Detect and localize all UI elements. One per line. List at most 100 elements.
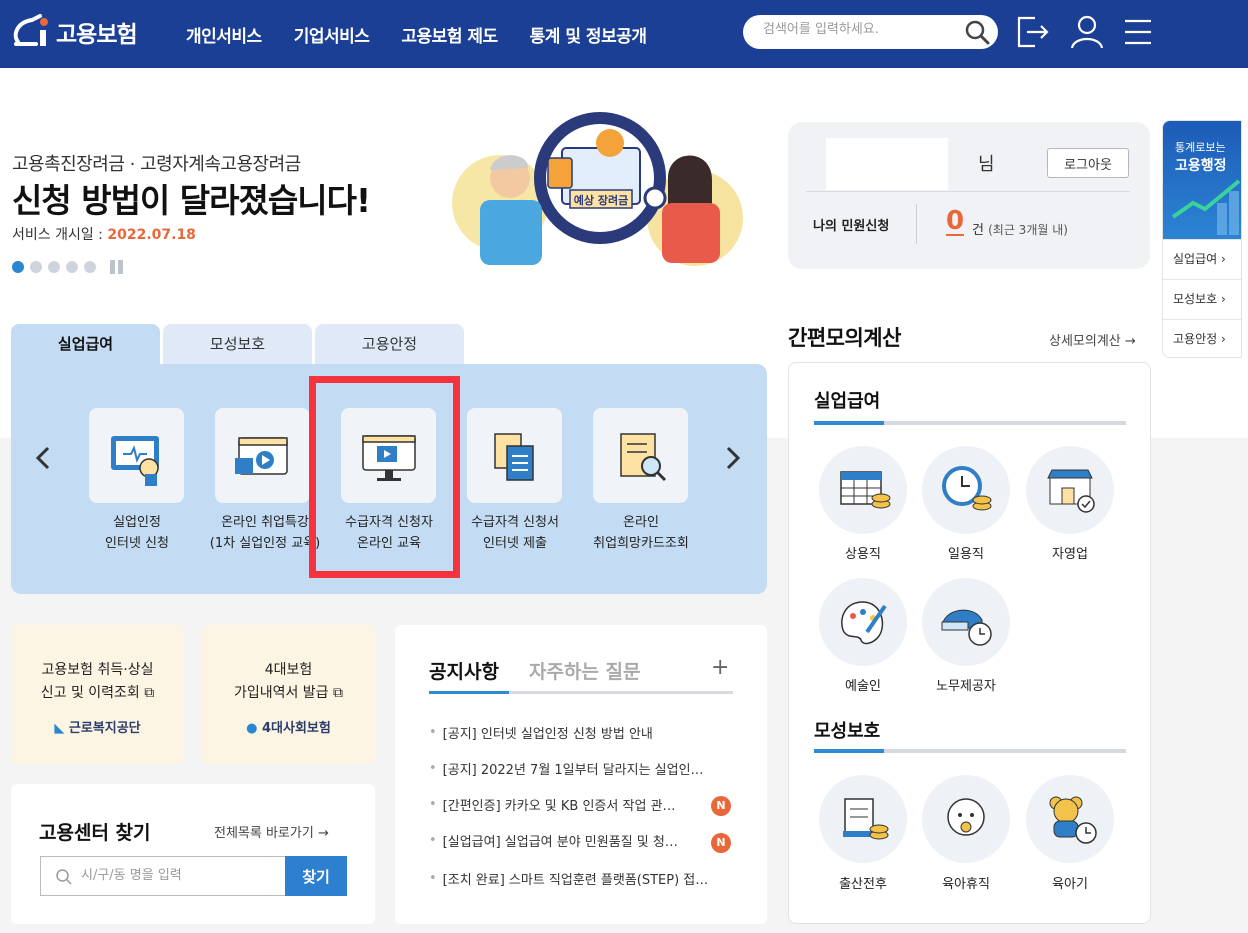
store-icon [1047, 469, 1095, 513]
calc-panel: 실업급여 상용직 일용직 자영업 예술인 노무제공자 모성보호 출산전후 육아휴… [788, 362, 1151, 924]
banner-dot-1[interactable] [12, 261, 24, 273]
banner-dot-4[interactable] [66, 261, 78, 273]
tab-unemployment[interactable]: 실업급여 [11, 324, 160, 364]
box-line1: 4대보험 [264, 662, 313, 678]
org-logo: ◣ 근로복지공단 [54, 721, 141, 736]
service-unemployment-recognition[interactable] [89, 408, 184, 503]
center-search-input[interactable] [81, 868, 271, 883]
chevron-right-icon[interactable] [721, 444, 745, 472]
illustration-label: 예상 장려금 [574, 193, 628, 207]
tab-notice[interactable]: 공지사항 [429, 657, 499, 684]
calc-regular-worker[interactable] [819, 446, 907, 534]
four-insurance-box[interactable]: 4대보험 가입내역서 발급 ⧉ ● 4대사회보험 [202, 625, 375, 764]
calc-childcare-leave[interactable] [922, 775, 1010, 863]
banner-subtitle[interactable]: 고용촉진장려금 · 고령자계속고용장려금 [12, 150, 301, 176]
banner-dot-5[interactable] [84, 261, 96, 273]
box-text: 4대보험 가입내역서 발급 ⧉ [202, 659, 375, 705]
notice-item[interactable]: • [조치 완료] 스마트 직업훈련 플랫폼(STEP) 접… [429, 869, 749, 888]
side-item-label: 고용안정 [1173, 332, 1218, 346]
chevron-left-icon[interactable] [31, 444, 55, 472]
calc-label: 예술인 [845, 679, 881, 694]
section-underline [814, 421, 1126, 425]
more-plus-icon[interactable]: + [711, 655, 729, 680]
calc-daily-worker[interactable] [922, 446, 1010, 534]
notice-underline [429, 691, 733, 694]
search-input[interactable] [763, 22, 953, 37]
center-search-button[interactable]: 찾기 [285, 856, 347, 896]
logout-icon[interactable] [1013, 12, 1053, 52]
side-item-maternity[interactable]: 모성보호 › [1163, 279, 1241, 319]
calc-detail-link[interactable]: 상세모의계산 → [1049, 330, 1136, 349]
banner-pagination [12, 260, 123, 274]
user-icon[interactable] [1067, 12, 1107, 52]
notice-item[interactable]: • [실업급여] 실업급여 분야 민원품질 및 청… [429, 831, 749, 850]
calc-label: 일용직 [948, 547, 984, 562]
box-line1: 고용보험 취득·상실 [41, 662, 154, 678]
menu-icon[interactable] [1119, 12, 1159, 52]
documents-icon [494, 433, 534, 481]
site-logo[interactable]: 고용보험 [10, 12, 138, 52]
user-name-box [826, 138, 948, 190]
tab-maternity[interactable]: 모성보호 [163, 324, 312, 364]
banner-dot-3[interactable] [48, 261, 60, 273]
box-text: 고용보험 취득·상실신고 및 이력조회 ⧉ [11, 659, 184, 705]
calc-artist[interactable] [819, 578, 907, 666]
calc-label: 출산전후 [839, 877, 887, 892]
calc-self-employed[interactable] [1026, 446, 1114, 534]
side-top-line2: 고용행정 [1175, 158, 1227, 174]
service-online-lecture[interactable] [215, 408, 310, 503]
tab-faq[interactable]: 자주하는 질문 [529, 657, 641, 684]
comwel-logo-icon: ◣ [54, 721, 65, 736]
calc-maternity-leave[interactable] [819, 775, 907, 863]
notice-item[interactable]: • [공지] 인터넷 실업인정 신청 방법 안내 [429, 723, 749, 742]
center-list-link[interactable]: 전체목록 바로가기 → [214, 822, 329, 841]
org-logo: ● 4대사회보험 [246, 721, 331, 736]
side-item-unemployment[interactable]: 실업급여 › [1163, 239, 1241, 279]
side-item-employment-stability[interactable]: 고용안정 › [1163, 319, 1241, 357]
calc-label: 육아기 [1052, 877, 1088, 892]
pause-icon[interactable] [110, 260, 123, 274]
notice-panel: 공지사항 자주하는 질문 + • [공지] 인터넷 실업인정 신청 방법 안내 •… [395, 625, 767, 924]
box-line2: 신고 및 이력조회 ⧉ [40, 685, 155, 701]
service-qualification-submit[interactable] [467, 408, 562, 503]
document-coins-icon [843, 798, 889, 840]
nav-business[interactable]: 기업서비스 [294, 22, 370, 47]
calc-labor-provider[interactable] [922, 578, 1010, 666]
ei-logo-icon [13, 14, 48, 46]
service-label: 수급자격 신청서 인터넷 제출 [450, 512, 580, 554]
application-count[interactable]: 0 [946, 208, 965, 236]
new-badge: N [711, 833, 731, 853]
service-job-card-lookup[interactable] [593, 408, 688, 503]
nav-statistics[interactable]: 통계 및 정보공개 [530, 22, 647, 47]
logo-text: 고용보험 [56, 22, 138, 48]
notice-item[interactable]: • [간편인증] 카카오 및 KB 인증서 작업 관… [429, 795, 749, 814]
banner-date-label: 서비스 개시일 : [12, 227, 108, 243]
user-card: 님 로그아웃 나의 민원신청 0 건 (최근 3개월 내) [788, 122, 1150, 269]
baby-icon [947, 798, 985, 836]
banner-dot-2[interactable] [30, 261, 42, 273]
search-icon[interactable] [964, 19, 990, 45]
clock-coins-icon [942, 466, 992, 511]
arrow-right-icon: → [317, 826, 329, 841]
service-label: 온라인 취업희망카드조회 [576, 512, 706, 554]
calc-section-maternity: 모성보호 [814, 721, 881, 742]
tab-employment-stability[interactable]: 고용안정 [315, 324, 464, 364]
count-unit: 건 [972, 223, 984, 238]
side-item-label: 모성보호 [1173, 292, 1218, 306]
logout-button[interactable]: 로그아웃 [1047, 148, 1129, 178]
side-top-line1: 통계로보는 [1175, 141, 1226, 154]
banner-illustration: 예상 장려금 [452, 112, 743, 266]
stats-admin-link[interactable]: 통계로보는 고용행정 [1163, 121, 1241, 239]
nav-insurance-system[interactable]: 고용보험 제도 [401, 22, 498, 47]
notice-item[interactable]: • [공지] 2022년 7월 1일부터 달라지는 실업인… [429, 759, 749, 778]
arrow-right-icon: → [1124, 334, 1136, 349]
insurance-history-box[interactable]: 고용보험 취득·상실신고 및 이력조회 ⧉ ◣ 근로복지공단 [11, 625, 184, 764]
banner-title[interactable]: 신청 방법이 달라졌습니다! [12, 174, 371, 222]
calc-label: 상용직 [845, 547, 881, 562]
calc-label: 육아휴직 [942, 877, 990, 892]
center-search-box [40, 856, 286, 896]
nav-personal[interactable]: 개인서비스 [186, 22, 262, 47]
top-header: 고용보험 개인서비스 기업서비스 고용보험 제도 통계 및 정보공개 [0, 0, 1248, 68]
my-application-label: 나의 민원신청 [813, 219, 890, 234]
calc-childcare-period[interactable] [1026, 775, 1114, 863]
